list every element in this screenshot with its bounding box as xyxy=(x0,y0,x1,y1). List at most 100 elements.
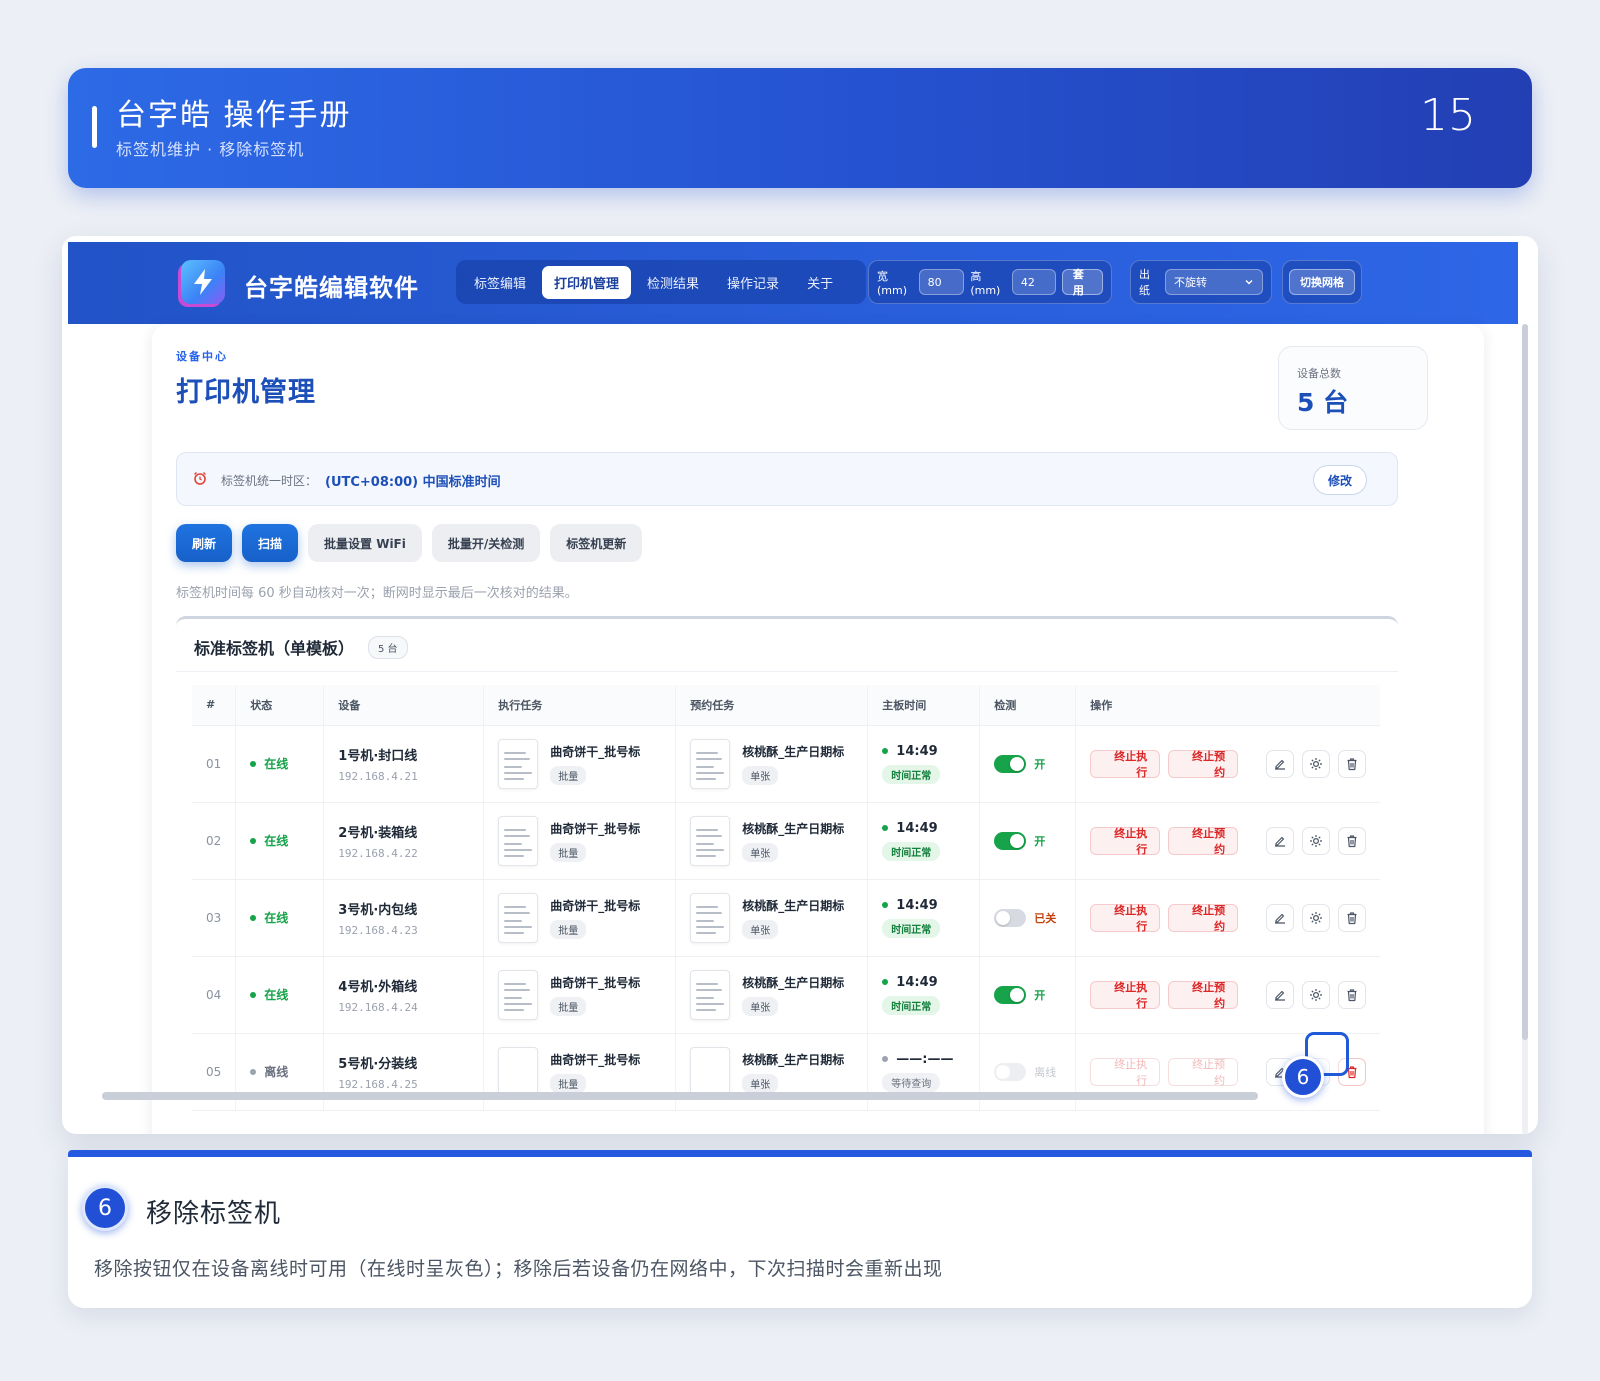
detection-toggle[interactable] xyxy=(994,908,1027,927)
status-dot xyxy=(250,991,257,998)
callout-badge: 6 xyxy=(1282,1056,1324,1098)
stop-execution-button[interactable]: 终止执行 xyxy=(1090,903,1161,933)
column-header-board-time: 主板时间 xyxy=(867,685,980,726)
scheduled-task-cell: 核桃酥_生产日期标 单张 xyxy=(675,956,868,1034)
edit-button[interactable] xyxy=(1266,826,1295,855)
page-scrollbar[interactable] xyxy=(1522,324,1528,1040)
scheduled-task: 核桃酥_生产日期标 单张 xyxy=(690,969,853,1020)
row-actions: 终止执行 终止预约 xyxy=(1090,826,1366,856)
time-status-tag: 时间正常 xyxy=(882,995,941,1015)
table-row: 04 在线 4号机·外箱线 192.168.4.24 曲奇饼干_批号标 批量 核桃酥_生产日… xyxy=(192,956,1380,1034)
table-row: 03 在线 3号机·内包线 192.168.4.23 曲奇饼干_批号标 批量 核桃酥_生产日… xyxy=(192,879,1380,957)
settings-button[interactable] xyxy=(1302,826,1331,855)
rotation-value: 不旋转 xyxy=(1174,276,1207,289)
exec-task-name: 曲奇饼干_批号标 xyxy=(550,1052,641,1067)
alarm-clock-icon xyxy=(194,472,206,485)
stop-schedule-button[interactable]: 终止预约 xyxy=(1168,749,1239,779)
time-status-dot xyxy=(882,1056,889,1062)
exec-task-cell: 曲奇饼干_批号标 批量 xyxy=(483,802,676,880)
board-time-cell: 14:49 时间正常 xyxy=(867,725,980,803)
edit-button[interactable] xyxy=(1266,903,1295,932)
settings-button[interactable] xyxy=(1302,749,1331,778)
remove-printer-button xyxy=(1338,749,1366,778)
rotation-select[interactable]: 不旋转 xyxy=(1165,269,1263,295)
timezone-label: 标签机统一时区： xyxy=(221,474,318,488)
stop-schedule-button[interactable]: 终止预约 xyxy=(1168,903,1239,933)
scheduled-task-name: 核桃酥_生产日期标 xyxy=(742,821,845,836)
action-toolbar: 刷新 扫描 批量设置 WiFi 批量开/关检测 标签机更新 xyxy=(176,524,643,562)
column-header-detection: 检测 xyxy=(979,685,1076,726)
device-ip: 192.168.4.23 xyxy=(338,923,418,937)
table-header-row: # 状态 设备 执行任务 预约任务 主板时间 检测 操作 xyxy=(192,685,1380,726)
tab-4[interactable]: 操作记录 xyxy=(715,266,791,299)
gear-icon xyxy=(1310,911,1323,924)
remove-printer-button xyxy=(1338,826,1366,855)
board-time: 14:49 xyxy=(882,898,965,913)
exec-task-mode-tag: 批量 xyxy=(550,765,587,785)
device-cell: 2号机·装箱线 192.168.4.22 xyxy=(323,802,484,880)
height-input[interactable]: 42 xyxy=(1011,269,1056,295)
actions-cell: 终止执行 终止预约 xyxy=(1075,802,1380,880)
standard-printer-section: 标准标签机（单模板） 5 台 # 状态 设备 执行任务 预约任务 主板时间 检测 操作 01 在… xyxy=(176,616,1398,1124)
refresh-button[interactable]: 刷新 xyxy=(176,524,233,562)
detection-cell: 开 xyxy=(979,725,1076,803)
tab-1[interactable]: 标签编辑 xyxy=(462,266,538,299)
scheduled-task: 核桃酥_生产日期标 单张 xyxy=(690,738,853,789)
printer-update-button[interactable]: 标签机更新 xyxy=(550,524,643,562)
exec-task: 曲奇饼干_批号标 批量 xyxy=(498,969,661,1020)
edit-timezone-button[interactable]: 修改 xyxy=(1312,465,1367,495)
scheduled-task-cell: 核桃酥_生产日期标 单张 xyxy=(675,802,868,880)
exec-task-cell: 曲奇饼干_批号标 批量 xyxy=(483,879,676,957)
edit-icon xyxy=(1275,913,1286,924)
table-horizontal-scrollbar[interactable] xyxy=(102,1092,1258,1100)
page-title: 打印机管理 xyxy=(176,377,316,408)
status-cell: 在线 xyxy=(235,956,324,1034)
scheduled-task-name: 核桃酥_生产日期标 xyxy=(742,975,845,990)
stop-execution-button[interactable]: 终止执行 xyxy=(1090,826,1161,856)
apply-size-button[interactable]: 套用 xyxy=(1061,268,1103,297)
stop-schedule-button[interactable]: 终止预约 xyxy=(1168,826,1239,856)
stop-execution-button[interactable]: 终止执行 xyxy=(1090,749,1161,779)
edit-button[interactable] xyxy=(1266,980,1295,1009)
exec-task-mode-tag: 批量 xyxy=(550,1073,587,1093)
toggle-grid-button[interactable]: 切换网格 xyxy=(1289,269,1355,295)
manual-subtitle: 标签机维护 · 移除标签机 xyxy=(116,140,305,159)
edit-button[interactable] xyxy=(1266,749,1295,778)
device-ip: 192.168.4.25 xyxy=(338,1077,418,1091)
batch-wifi-button[interactable]: 批量设置 WiFi xyxy=(308,524,422,562)
width-label: 宽(mm) xyxy=(877,269,908,297)
stop-schedule-button[interactable]: 终止预约 xyxy=(1168,980,1239,1010)
device-name: 5号机·分装线 xyxy=(338,1056,418,1072)
detection-label: 开 xyxy=(1034,834,1046,848)
settings-button[interactable] xyxy=(1302,903,1331,932)
time-status-tag: 时间正常 xyxy=(882,764,941,784)
width-input[interactable]: 80 xyxy=(918,269,965,295)
tab-2[interactable]: 打印机管理 xyxy=(542,265,632,299)
device-cell: 1号机·封口线 192.168.4.21 xyxy=(323,725,484,803)
detection-toggle[interactable] xyxy=(994,985,1027,1004)
board-time: 14:49 xyxy=(882,821,965,836)
status-cell: 在线 xyxy=(235,879,324,957)
printer-table: # 状态 设备 执行任务 预约任务 主板时间 检测 操作 01 在线 1号机·封口线 192.168… xyxy=(192,685,1380,1111)
detection-toggle[interactable] xyxy=(994,754,1027,773)
scheduled-task-name: 核桃酥_生产日期标 xyxy=(742,898,845,913)
gear-icon xyxy=(1310,834,1323,847)
exec-task: 曲奇饼干_批号标批量 xyxy=(498,1046,661,1097)
row-index: 01 xyxy=(192,725,236,803)
device-cell: 4号机·外箱线 192.168.4.24 xyxy=(323,956,484,1034)
tab-5[interactable]: 关于 xyxy=(795,266,845,299)
section-divider xyxy=(176,671,1398,672)
scan-button[interactable]: 扫描 xyxy=(242,524,299,562)
exec-task: 曲奇饼干_批号标 批量 xyxy=(498,738,661,789)
status-text: 在线 xyxy=(264,757,289,771)
detection: 已关 xyxy=(994,908,1061,927)
tab-3[interactable]: 检测结果 xyxy=(635,266,711,299)
scheduled-task-mode-tag: 单张 xyxy=(742,765,779,785)
settings-button[interactable] xyxy=(1302,980,1331,1009)
detection-toggle[interactable] xyxy=(994,831,1027,850)
exec-task-cell: 曲奇饼干_批号标 批量 xyxy=(483,956,676,1034)
stop-execution-button[interactable]: 终止执行 xyxy=(1090,980,1161,1010)
batch-detection-button[interactable]: 批量开/关检测 xyxy=(431,524,541,562)
detection-cell: 开 xyxy=(979,802,1076,880)
device-cell: 3号机·内包线 192.168.4.23 xyxy=(323,879,484,957)
